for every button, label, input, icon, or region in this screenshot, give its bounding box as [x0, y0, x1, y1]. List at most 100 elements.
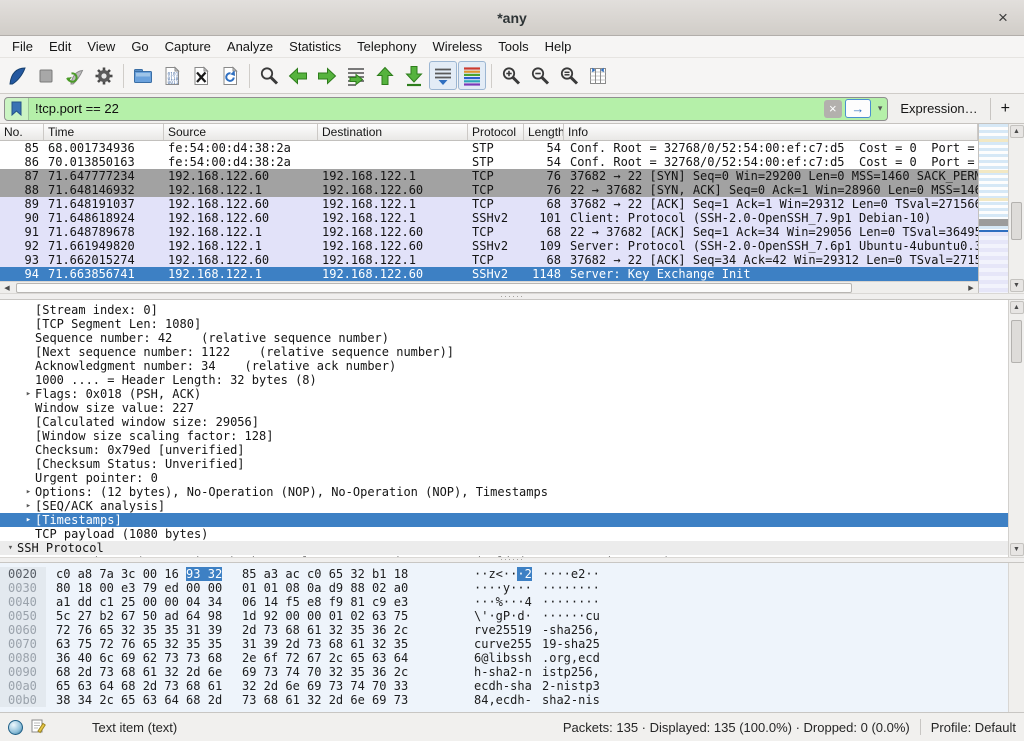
menu-item-help[interactable]: Help — [537, 37, 580, 56]
detail-line[interactable]: ▸Options: (12 bytes), No-Operation (NOP)… — [0, 485, 1008, 499]
column-header-time[interactable]: Time — [44, 124, 164, 140]
packet-row[interactable]: 9071.648618924192.168.122.60192.168.122.… — [0, 211, 978, 225]
display-filter-value[interactable]: !tcp.port == 22 — [29, 101, 824, 116]
packet-row[interactable]: 9371.662015274192.168.122.60192.168.122.… — [0, 253, 978, 267]
detail-line[interactable]: [Checksum Status: Unverified] — [0, 457, 1008, 471]
detail-line[interactable]: Urgent pointer: 0 — [0, 471, 1008, 485]
go-bottom-button[interactable] — [400, 61, 428, 90]
capture-options-button[interactable] — [90, 61, 118, 90]
packet-row[interactable]: 8971.648191037192.168.122.60192.168.122.… — [0, 197, 978, 211]
add-filter-button[interactable]: + — [991, 100, 1020, 118]
packet-row[interactable]: 8568.001734936fe:54:00:d4:38:2aSTP54Conf… — [0, 141, 978, 155]
reload-file-button[interactable] — [216, 61, 244, 90]
collapse-arrow-icon[interactable]: ▾ — [4, 541, 17, 555]
column-header-source[interactable]: Source — [164, 124, 318, 140]
menu-item-statistics[interactable]: Statistics — [281, 37, 349, 56]
vscroll-down-icon[interactable]: ▼ — [1010, 279, 1024, 292]
packet-row[interactable]: 9171.648789678192.168.122.1192.168.122.6… — [0, 225, 978, 239]
hex-row[interactable]: 0040a1 dd c1 25 00 00 04 3406 14 f5 e8 f… — [0, 595, 1008, 609]
menu-item-tools[interactable]: Tools — [490, 37, 536, 56]
hex-row[interactable]: 007063 75 72 76 65 32 35 3531 39 2d 73 6… — [0, 637, 1008, 651]
filter-clear-button[interactable]: × — [824, 100, 842, 118]
hex-row[interactable]: 00505c 27 b2 67 50 ad 64 981d 92 00 00 0… — [0, 609, 1008, 623]
detail-line[interactable]: TCP payload (1080 bytes) — [0, 527, 1008, 541]
packet-row[interactable]: 8670.013850163fe:54:00:d4:38:2aSTP54Conf… — [0, 155, 978, 169]
detail-line[interactable]: [Window size scaling factor: 128] — [0, 429, 1008, 443]
profile-button[interactable]: Profile: Default — [931, 720, 1016, 735]
packet-row[interactable]: 8771.647777234192.168.122.60192.168.122.… — [0, 169, 978, 183]
hex-row[interactable]: 009068 2d 73 68 61 32 2d 6e69 73 74 70 3… — [0, 665, 1008, 679]
packet-list-hscrollbar[interactable]: ◀ ▶ — [0, 281, 978, 293]
intelligent-scrollbar-minimap[interactable] — [978, 124, 1008, 293]
column-header-length[interactable]: Length — [524, 124, 564, 140]
detail-line[interactable]: ▸Flags: 0x018 (PSH, ACK) — [0, 387, 1008, 401]
detail-line[interactable]: [TCP Segment Len: 1080] — [0, 317, 1008, 331]
packet-row[interactable]: 9271.661949820192.168.122.1192.168.122.6… — [0, 239, 978, 253]
resize-columns-button[interactable] — [584, 61, 612, 90]
stop-capture-button[interactable] — [32, 61, 60, 90]
hex-row[interactable]: 00b038 34 2c 65 63 64 68 2d73 68 61 32 2… — [0, 693, 1008, 707]
hex-row[interactable]: 006072 76 65 32 35 35 31 392d 73 68 61 3… — [0, 623, 1008, 637]
expand-arrow-icon[interactable]: ▸ — [22, 513, 35, 527]
detail-line[interactable]: Checksum: 0x79ed [unverified] — [0, 443, 1008, 457]
filter-apply-button[interactable]: → — [845, 99, 871, 118]
detail-line[interactable]: ▸[Timestamps] — [0, 513, 1008, 527]
menu-item-view[interactable]: View — [79, 37, 123, 56]
hex-row[interactable]: 003080 18 00 e3 79 ed 00 0001 01 08 0a d… — [0, 581, 1008, 595]
column-header-destination[interactable]: Destination — [318, 124, 468, 140]
go-forward-button[interactable] — [313, 61, 341, 90]
pane-splitter[interactable]: ······ — [0, 293, 1024, 300]
vscroll-thumb[interactable] — [1011, 202, 1022, 241]
vscroll-up-icon[interactable]: ▲ — [1010, 125, 1024, 138]
detail-line[interactable]: [Stream index: 0] — [0, 303, 1008, 317]
find-packet-button[interactable] — [255, 61, 283, 90]
bytes-scrollbar-track[interactable] — [1008, 563, 1024, 712]
colorize-button[interactable] — [458, 61, 486, 90]
capture-comment-icon[interactable] — [31, 718, 46, 737]
column-header-no[interactable]: No. — [0, 124, 44, 140]
hscroll-left-icon[interactable]: ◀ — [0, 283, 14, 293]
menu-item-capture[interactable]: Capture — [157, 37, 219, 56]
details-vscroll-down-icon[interactable]: ▼ — [1010, 543, 1024, 556]
column-header-info[interactable]: Info — [564, 124, 978, 140]
detail-line[interactable]: Sequence number: 42 (relative sequence n… — [0, 331, 1008, 345]
filter-history-caret-icon[interactable]: ▾ — [873, 103, 888, 114]
detail-line[interactable]: ▸[SEQ/ACK analysis] — [0, 499, 1008, 513]
expand-arrow-icon[interactable]: ▸ — [22, 499, 35, 513]
zoom-in-button[interactable] — [497, 61, 525, 90]
menu-item-edit[interactable]: Edit — [41, 37, 79, 56]
hex-row[interactable]: 00a065 63 64 68 2d 73 68 6132 2d 6e 69 7… — [0, 679, 1008, 693]
hscroll-thumb[interactable] — [16, 283, 852, 293]
auto-scroll-button[interactable] — [429, 61, 457, 90]
zoom-out-button[interactable] — [526, 61, 554, 90]
menu-item-telephony[interactable]: Telephony — [349, 37, 424, 56]
close-window-button[interactable]: × — [992, 7, 1014, 29]
hex-row[interactable]: 0020c0 a8 7a 3c 00 16 93 3285 a3 ac c0 6… — [0, 567, 1008, 581]
hscroll-right-icon[interactable]: ▶ — [964, 283, 978, 293]
start-capture-button[interactable] — [3, 61, 31, 90]
expression-button[interactable]: Expression… — [888, 101, 989, 116]
menu-item-analyze[interactable]: Analyze — [219, 37, 281, 56]
detail-line[interactable]: 1000 .... = Header Length: 32 bytes (8) — [0, 373, 1008, 387]
menu-item-wireless[interactable]: Wireless — [424, 37, 490, 56]
detail-line[interactable]: [Next sequence number: 1122 (relative se… — [0, 345, 1008, 359]
hex-row[interactable]: 008036 40 6c 69 62 73 73 682e 6f 72 67 2… — [0, 651, 1008, 665]
expand-arrow-icon[interactable]: ▸ — [22, 387, 35, 401]
packet-list-vscrollbar[interactable]: ▲ ▼ — [1008, 124, 1024, 293]
details-vscroll-thumb[interactable] — [1011, 320, 1022, 363]
filter-bookmark-icon[interactable] — [5, 98, 29, 120]
go-back-button[interactable] — [284, 61, 312, 90]
packet-row[interactable]: 9471.663856741192.168.122.1192.168.122.6… — [0, 267, 978, 281]
vscroll-track[interactable] — [1009, 139, 1024, 278]
packet-row[interactable]: 8871.648146932192.168.122.1192.168.122.6… — [0, 183, 978, 197]
column-header-protocol[interactable]: Protocol — [468, 124, 524, 140]
detail-line[interactable]: [Calculated window size: 29056] — [0, 415, 1008, 429]
detail-line[interactable]: ▾SSH Protocol — [0, 541, 1008, 555]
detail-line[interactable]: Acknowledgment number: 34 (relative ack … — [0, 359, 1008, 373]
go-top-button[interactable] — [371, 61, 399, 90]
open-file-button[interactable] — [129, 61, 157, 90]
hscroll-track[interactable] — [14, 283, 964, 293]
go-to-packet-button[interactable] — [342, 61, 370, 90]
menu-item-file[interactable]: File — [4, 37, 41, 56]
menu-item-go[interactable]: Go — [123, 37, 156, 56]
